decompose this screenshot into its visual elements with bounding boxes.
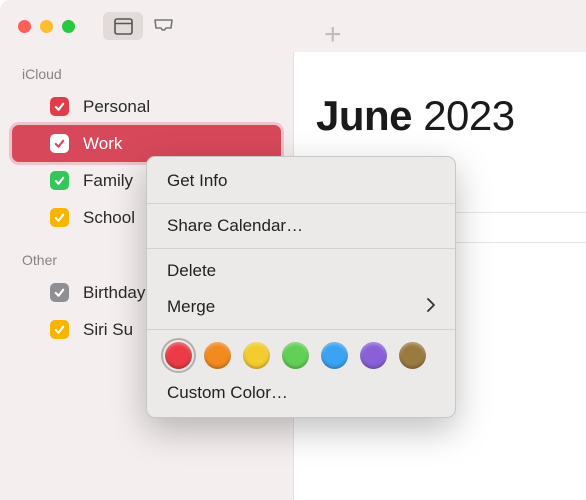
menu-get-info[interactable]: Get Info <box>147 163 455 199</box>
month-year: 2023 <box>423 92 514 139</box>
add-event-button[interactable]: + <box>324 18 342 52</box>
inbox-button[interactable] <box>143 12 183 40</box>
checkbox-birthdays[interactable] <box>50 283 69 302</box>
month-heading: June 2023 <box>316 92 515 140</box>
menu-label: Custom Color… <box>167 383 288 403</box>
chevron-right-icon <box>427 297 435 317</box>
month-name: June <box>316 92 412 139</box>
close-window-button[interactable] <box>18 20 31 33</box>
calendar-icon <box>114 18 133 35</box>
color-swatch-red[interactable] <box>165 342 192 369</box>
color-swatch-blue[interactable] <box>321 342 348 369</box>
section-label-icloud: iCloud <box>0 62 293 88</box>
inbox-icon <box>153 18 174 34</box>
calendar-label: Family <box>83 171 133 191</box>
color-swatch-brown[interactable] <box>399 342 426 369</box>
menu-separator <box>147 203 455 204</box>
menu-label: Share Calendar… <box>167 216 303 236</box>
color-swatch-green[interactable] <box>282 342 309 369</box>
color-swatch-yellow[interactable] <box>243 342 270 369</box>
menu-share-calendar[interactable]: Share Calendar… <box>147 208 455 244</box>
color-swatches <box>147 334 455 375</box>
calendar-label: Siri Su <box>83 320 133 340</box>
titlebar <box>0 0 586 52</box>
color-swatch-orange[interactable] <box>204 342 231 369</box>
checkbox-personal[interactable] <box>50 97 69 116</box>
context-menu: Get Info Share Calendar… Delete Merge Cu… <box>146 156 456 418</box>
calendar-item-personal[interactable]: Personal <box>12 88 281 125</box>
menu-label: Merge <box>167 297 215 317</box>
checkbox-school[interactable] <box>50 208 69 227</box>
checkbox-work[interactable] <box>50 134 69 153</box>
maximize-window-button[interactable] <box>62 20 75 33</box>
window-controls <box>18 20 75 33</box>
menu-custom-color[interactable]: Custom Color… <box>147 375 455 411</box>
menu-delete[interactable]: Delete <box>147 253 455 289</box>
calendar-label: Work <box>83 134 122 154</box>
menu-label: Delete <box>167 261 216 281</box>
menu-merge[interactable]: Merge <box>147 289 455 325</box>
calendar-label: Birthdays <box>83 283 154 303</box>
checkbox-siri[interactable] <box>50 320 69 339</box>
color-swatch-purple[interactable] <box>360 342 387 369</box>
menu-separator <box>147 329 455 330</box>
menu-separator <box>147 248 455 249</box>
calendar-label: Personal <box>83 97 150 117</box>
calendar-view-button[interactable] <box>103 12 143 40</box>
checkbox-family[interactable] <box>50 171 69 190</box>
menu-label: Get Info <box>167 171 227 191</box>
minimize-window-button[interactable] <box>40 20 53 33</box>
calendar-label: School <box>83 208 135 228</box>
